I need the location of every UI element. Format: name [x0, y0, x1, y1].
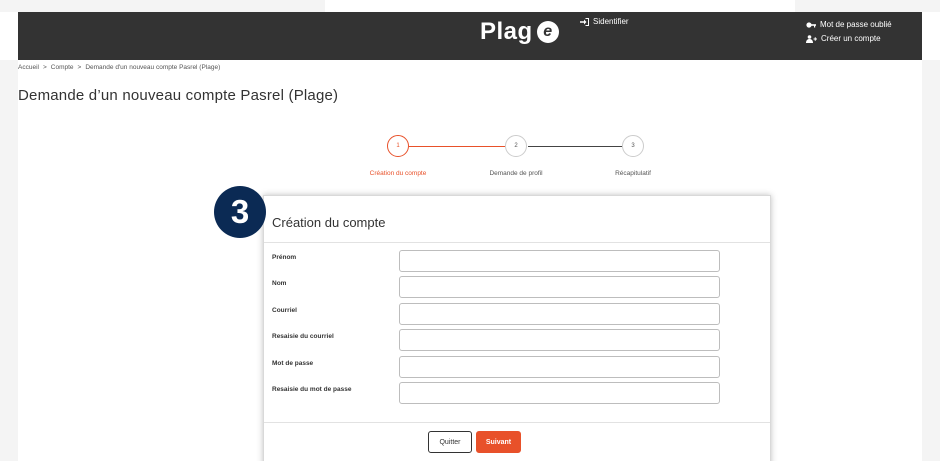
form-title: Création du compte: [272, 215, 386, 230]
email-confirm-label: Resaisie du courriel: [272, 333, 334, 340]
password-confirm-input[interactable]: [399, 382, 720, 404]
divider: [264, 422, 770, 423]
last-name-label: Nom: [272, 280, 287, 287]
password-confirm-label: Resaisie du mot de passe: [272, 386, 352, 393]
password-input[interactable]: [399, 356, 720, 378]
step-2-circle: 2: [505, 135, 527, 157]
step-connector-active: [409, 146, 505, 147]
account-form-card: Création du compte Prénom Nom Courriel R…: [263, 195, 771, 461]
step-1-label: Création du compte: [369, 170, 427, 177]
email-label: Courriel: [272, 307, 297, 314]
last-name-input[interactable]: [399, 276, 720, 298]
step-2-label: Demande de profil: [489, 170, 543, 177]
email-confirm-input[interactable]: [399, 329, 720, 351]
quit-button[interactable]: Quitter: [428, 431, 472, 453]
email-input[interactable]: [399, 303, 720, 325]
first-name-label: Prénom: [272, 254, 297, 261]
step-3-circle: 3: [622, 135, 644, 157]
password-label: Mot de passe: [272, 360, 314, 367]
page: Plag e Sidentifier Mot de passe oublié C…: [0, 0, 940, 461]
step-connector: [528, 146, 622, 147]
first-name-input[interactable]: [399, 250, 720, 272]
step-badge: 3: [214, 186, 266, 238]
step-1-circle: 1: [387, 135, 409, 157]
next-button[interactable]: Suivant: [476, 431, 521, 453]
step-3-label: Récapitulatif: [615, 170, 651, 177]
stepper: 1 2 3 Création du compte Demande de prof…: [0, 0, 940, 180]
divider: [264, 242, 770, 243]
